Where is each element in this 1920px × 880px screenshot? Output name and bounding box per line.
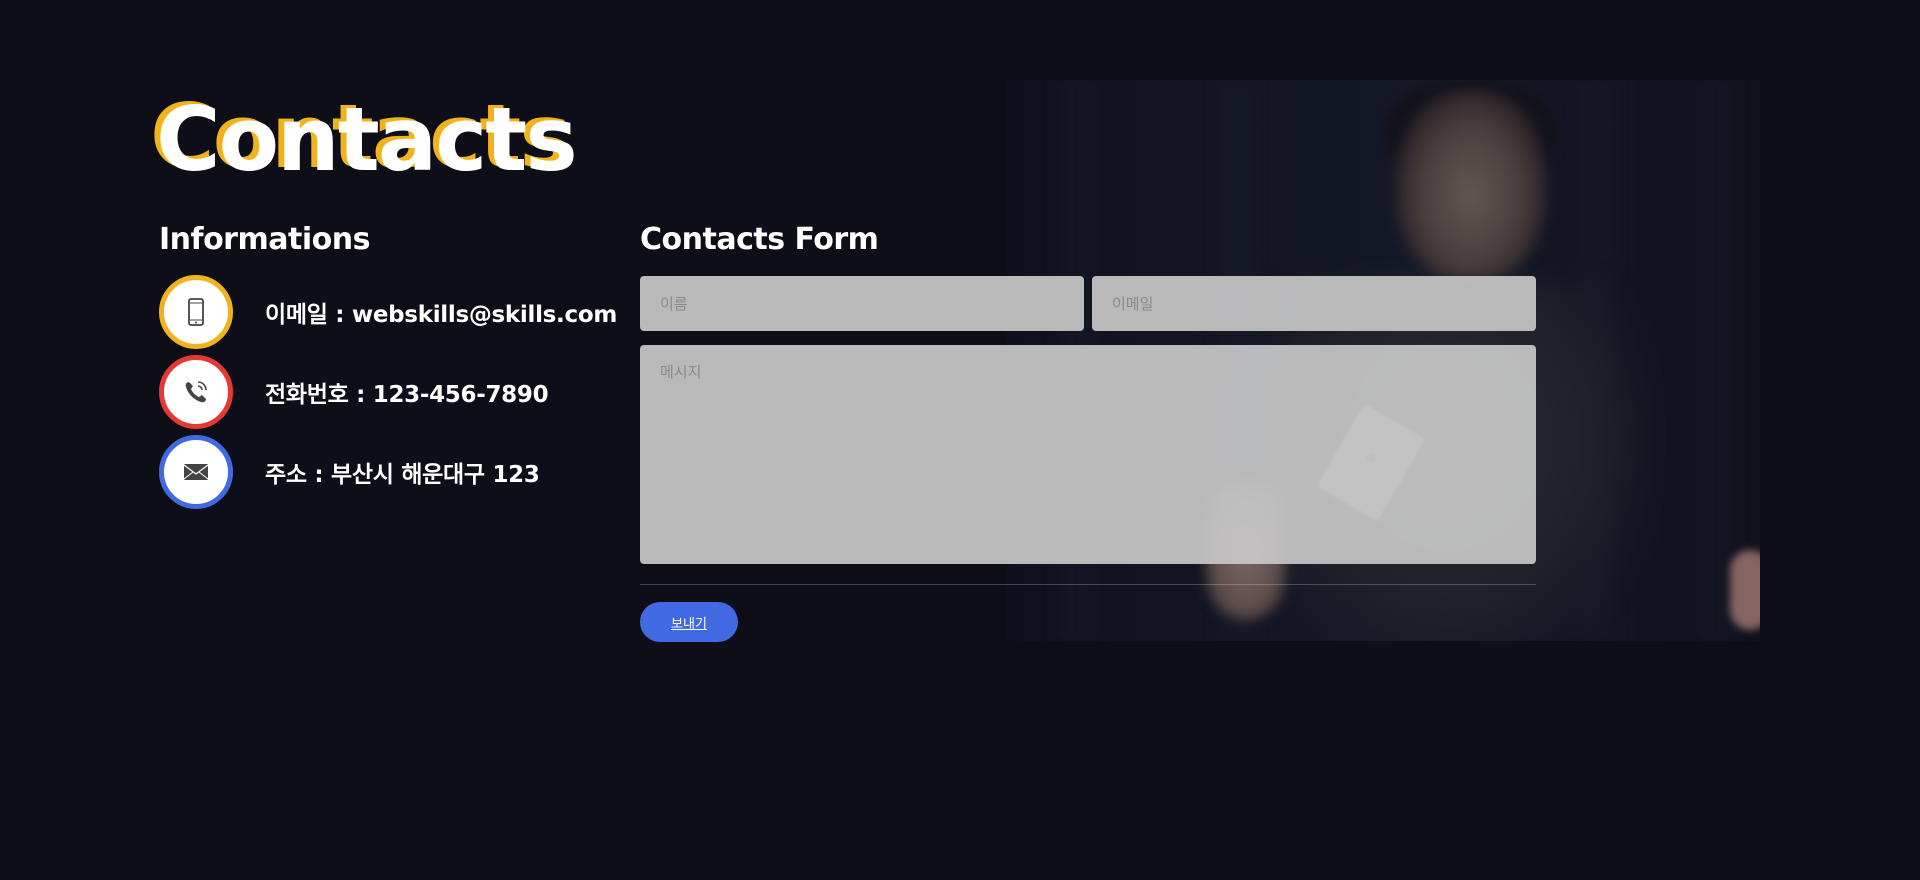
info-item-address: 주소 : 부산시 해운대구 123 <box>159 435 540 509</box>
info-email-text: 이메일 : webskills@skills.com <box>265 302 617 328</box>
envelope-icon <box>159 435 233 509</box>
info-item-email: 이메일 : webskills@skills.com <box>159 275 617 349</box>
contacts-form-heading: Contacts Form <box>640 222 879 257</box>
contacts-page: Contacts Informations 이메일 : webskills@sk… <box>0 0 1920 880</box>
info-phone-text: 전화번호 : 123-456-7890 <box>265 382 549 408</box>
name-input[interactable] <box>640 276 1084 331</box>
message-textarea[interactable] <box>640 345 1536 564</box>
page-title: Contacts <box>156 88 578 191</box>
info-address-text: 주소 : 부산시 해운대구 123 <box>265 462 540 488</box>
info-item-phone: 전화번호 : 123-456-7890 <box>159 355 549 429</box>
email-input[interactable] <box>1092 276 1536 331</box>
smartphone-icon <box>159 275 233 349</box>
send-button[interactable]: 보내기 <box>640 602 738 642</box>
form-divider <box>640 584 1536 585</box>
phone-icon <box>159 355 233 429</box>
informations-heading: Informations <box>159 222 370 257</box>
